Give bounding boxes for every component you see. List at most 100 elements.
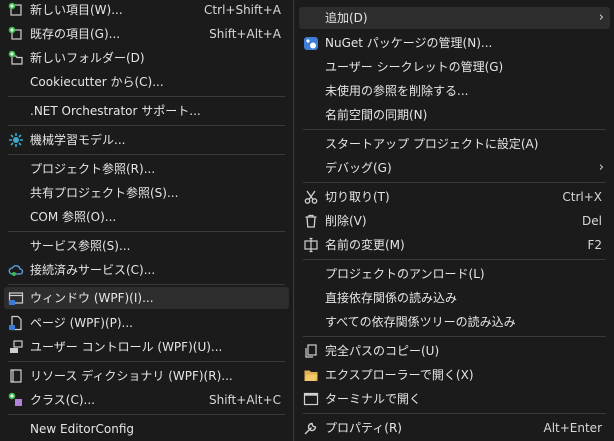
menu-item-cut[interactable]: 切り取り(T) Ctrl+X xyxy=(299,186,610,208)
menu-item-label: プロジェクト参照(R)... xyxy=(30,162,156,176)
menu-item-label: COM 参照(O)... xyxy=(30,210,117,224)
separator xyxy=(8,231,285,232)
menu-item-load-entire-dependency-tree[interactable]: すべての依存関係ツリーの読み込み xyxy=(299,311,610,333)
connected-service-icon xyxy=(8,262,24,278)
menu-item-open-in-explorer[interactable]: エクスプローラーで開く(X) xyxy=(299,364,610,386)
nuget-icon xyxy=(303,35,319,51)
menu-item-shortcut: Ctrl+Shift+A xyxy=(204,3,281,17)
menu-item-label: ページ (WPF)(P)... xyxy=(30,316,133,330)
trash-icon xyxy=(303,213,319,229)
existing-item-icon xyxy=(8,26,24,42)
separator xyxy=(303,336,606,337)
separator xyxy=(303,413,606,414)
menu-item-label: Cookiecutter から(C)... xyxy=(30,75,164,89)
menu-item-label: NuGet パッケージの管理(N)... xyxy=(325,36,493,50)
menu-item-user-control-wpf[interactable]: ユーザー コントロール (WPF)(U)... xyxy=(4,336,289,358)
menu-item-ml-model[interactable]: 機械学習モデル... xyxy=(4,129,289,151)
menu-item-open-in-terminal[interactable]: ターミナルで開く xyxy=(299,388,610,410)
menu-item-manage-user-secrets[interactable]: ユーザー シークレットの管理(G) xyxy=(299,56,610,78)
menu-item-label: 削除(V) xyxy=(325,214,367,228)
menu-item-label: ターミナルで開く xyxy=(325,392,422,406)
separator xyxy=(8,125,285,126)
menu-item-dotnet-orchestrator[interactable]: .NET Orchestrator サポート... xyxy=(4,100,289,122)
separator xyxy=(8,284,285,285)
menu-item-service-reference[interactable]: サービス参照(S)... xyxy=(4,235,289,257)
window-icon xyxy=(8,290,24,306)
menu-item-label: 完全パスのコピー(U) xyxy=(325,344,440,358)
menu-item-label: 新しい項目(W)... xyxy=(30,3,123,17)
menu-item-sync-namespaces[interactable]: 名前空間の同期(N) xyxy=(299,104,610,126)
menu-item-new-folder[interactable]: 新しいフォルダー(D) xyxy=(4,47,289,69)
menu-item-existing-item[interactable]: 既存の項目(G)... Shift+Alt+A xyxy=(4,23,289,45)
menu-item-cookiecutter[interactable]: Cookiecutter から(C)... xyxy=(4,71,289,93)
class-icon xyxy=(8,392,24,408)
menu-item-shortcut: Alt+Enter xyxy=(543,421,602,435)
separator xyxy=(303,182,606,183)
menu-item-label: 新しいフォルダー(D) xyxy=(30,51,145,65)
separator xyxy=(303,259,606,260)
menu-item-label: エクスプローラーで開く(X) xyxy=(325,368,474,382)
separator xyxy=(8,414,285,415)
menu-item-label: ユーザー コントロール (WPF)(U)... xyxy=(30,340,223,354)
separator xyxy=(303,129,606,130)
rename-icon xyxy=(303,237,319,253)
menu-item-shortcut: Del xyxy=(582,214,602,228)
project-context-menu: 追加(D) › NuGet パッケージの管理(N)... ユーザー シークレット… xyxy=(295,0,614,441)
menu-item-new-item[interactable]: 新しい項目(W)... Ctrl+Shift+A xyxy=(4,0,289,21)
wrench-icon xyxy=(303,420,319,436)
menu-item-copy-full-path[interactable]: 完全パスのコピー(U) xyxy=(299,340,610,362)
menu-item-load-direct-dependencies[interactable]: 直接依存関係の読み込み xyxy=(299,287,610,309)
menu-item-unload-project[interactable]: プロジェクトのアンロード(L) xyxy=(299,263,610,285)
menu-item-add[interactable]: 追加(D) › xyxy=(299,7,610,29)
terminal-icon xyxy=(303,391,319,407)
menu-item-label: 名前空間の同期(N) xyxy=(325,108,428,122)
menu-item-page-wpf[interactable]: ページ (WPF)(P)... xyxy=(4,312,289,334)
menu-item-rename[interactable]: 名前の変更(M) F2 xyxy=(299,234,610,256)
menu-item-label: 名前の変更(M) xyxy=(325,238,405,252)
menu-item-label: リソース ディクショナリ (WPF)(R)... xyxy=(30,369,233,383)
menu-item-label: スタートアップ プロジェクトに設定(A) xyxy=(325,137,539,151)
menu-item-shortcut: Shift+Alt+C xyxy=(208,393,281,407)
scissors-icon xyxy=(303,189,319,205)
page-icon xyxy=(8,315,24,331)
menu-item-com-reference[interactable]: COM 参照(O)... xyxy=(4,206,289,228)
menu-item-remove-unused-references[interactable]: 未使用の参照を削除する... xyxy=(299,80,610,102)
separator xyxy=(8,361,285,362)
menu-item-label: 直接依存関係の読み込み xyxy=(325,291,458,305)
menu-item-label: クラス(C)... xyxy=(30,393,95,407)
menu-item-manage-nuget[interactable]: NuGet パッケージの管理(N)... xyxy=(299,32,610,54)
menu-item-connected-service[interactable]: 接続済みサービス(C)... xyxy=(4,259,289,281)
menu-item-label: ウィンドウ (WPF)(I)... xyxy=(30,291,154,305)
menu-item-label: すべての依存関係ツリーの読み込み xyxy=(325,315,516,329)
menu-item-shortcut: Ctrl+X xyxy=(562,190,602,204)
resource-dictionary-icon xyxy=(8,368,24,384)
add-submenu: 新しい項目(W)... Ctrl+Shift+A 既存の項目(G)... Shi… xyxy=(0,0,294,441)
menu-item-label: プロパティ(R) xyxy=(325,421,402,435)
menu-item-debug[interactable]: デバッグ(G) › xyxy=(299,157,610,179)
menu-item-properties[interactable]: プロパティ(R) Alt+Enter xyxy=(299,417,610,439)
menu-item-resource-dictionary-wpf[interactable]: リソース ディクショナリ (WPF)(R)... xyxy=(4,365,289,387)
menu-item-class[interactable]: クラス(C)... Shift+Alt+C xyxy=(4,389,289,411)
menu-item-delete[interactable]: 削除(V) Del xyxy=(299,210,610,232)
separator xyxy=(8,96,285,97)
chevron-right-icon: › xyxy=(598,10,604,25)
menu-item-shortcut: F2 xyxy=(587,238,602,252)
menu-item-project-reference[interactable]: プロジェクト参照(R)... xyxy=(4,158,289,180)
menu-item-label: ユーザー シークレットの管理(G) xyxy=(325,60,504,74)
menu-item-label: サービス参照(S)... xyxy=(30,239,131,253)
chevron-right-icon: › xyxy=(598,160,604,175)
copy-icon xyxy=(303,343,319,359)
new-folder-icon xyxy=(8,50,24,66)
new-item-icon xyxy=(8,2,24,18)
menu-item-new-editorconfig[interactable]: New EditorConfig xyxy=(4,418,289,440)
menu-item-label: 接続済みサービス(C)... xyxy=(30,263,156,277)
menu-item-set-startup-project[interactable]: スタートアップ プロジェクトに設定(A) xyxy=(299,133,610,155)
folder-open-icon xyxy=(303,367,319,383)
menu-item-shortcut: Shift+Alt+A xyxy=(209,27,281,41)
menu-item-label: 追加(D) xyxy=(325,11,368,25)
menu-item-shared-project-reference[interactable]: 共有プロジェクト参照(S)... xyxy=(4,182,289,204)
menu-item-window-wpf[interactable]: ウィンドウ (WPF)(I)... xyxy=(4,287,289,309)
machine-learning-icon xyxy=(8,132,24,148)
menu-item-label: デバッグ(G) xyxy=(325,161,392,175)
menu-item-label: 機械学習モデル... xyxy=(30,133,126,147)
